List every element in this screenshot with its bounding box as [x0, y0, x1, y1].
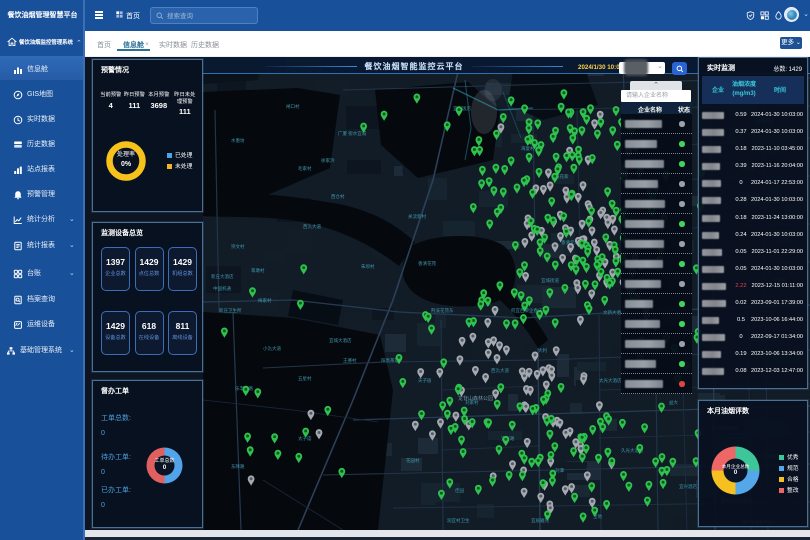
svg-text:毛家村: 毛家村 [298, 165, 312, 171]
svg-text:佳园: 佳园 [455, 487, 464, 494]
svg-text:大利: 大利 [538, 347, 547, 354]
svg-text:西氿大道: 西氿大道 [303, 223, 321, 230]
svg-text:益大: 益大 [669, 399, 678, 406]
svg-text:荆溪花苑东: 荆溪花苑东 [431, 307, 454, 314]
svg-text:东降路: 东降路 [231, 463, 245, 470]
svg-text:润宜村卫生: 润宜村卫生 [447, 517, 470, 524]
svg-text:中国机通: 中国机通 [213, 285, 231, 292]
svg-text:太光大酒店: 太光大酒店 [599, 377, 622, 384]
svg-text:梅家村: 梅家村 [258, 297, 272, 304]
svg-text:崇文村: 崇文村 [231, 243, 245, 250]
svg-text:香清花苑: 香清花苑 [418, 260, 436, 267]
svg-text:西氿大道: 西氿大道 [491, 367, 509, 374]
svg-text:关渎新村: 关渎新村 [408, 213, 426, 220]
svg-text:花园村: 花园村 [406, 457, 420, 464]
svg-text:五星村: 五星村 [298, 375, 312, 381]
svg-text:王婆村: 王婆村 [343, 357, 357, 364]
svg-text:朱坝村: 朱坝村 [361, 263, 375, 270]
svg-text:蒋墩村: 蒋墩村 [251, 267, 265, 274]
svg-text:广厦 街水宜城: 广厦 街水宜城 [338, 130, 367, 137]
svg-text:徐家浜: 徐家浜 [321, 157, 335, 164]
svg-text:宜城街道: 宜城街道 [541, 277, 559, 284]
svg-text:闸口村: 闸口村 [286, 103, 300, 110]
svg-text:刘潭: 刘潭 [555, 467, 564, 474]
svg-text:宜城大酒店: 宜城大酒店 [329, 337, 352, 344]
svg-text:新庄大酒店: 新庄大酒店 [211, 273, 234, 280]
svg-text:新庄卫生所: 新庄卫生所 [219, 307, 242, 314]
svg-text:水墨坊: 水墨坊 [231, 137, 245, 144]
svg-text:西仓村: 西仓村 [331, 193, 345, 200]
svg-text:小氿大道: 小氿大道 [263, 345, 281, 352]
svg-text:宜兴酒店: 宜兴酒店 [679, 483, 697, 490]
svg-text:天子居: 天子居 [418, 377, 432, 384]
svg-text:龙背山森林公园: 龙背山森林公园 [458, 395, 493, 402]
